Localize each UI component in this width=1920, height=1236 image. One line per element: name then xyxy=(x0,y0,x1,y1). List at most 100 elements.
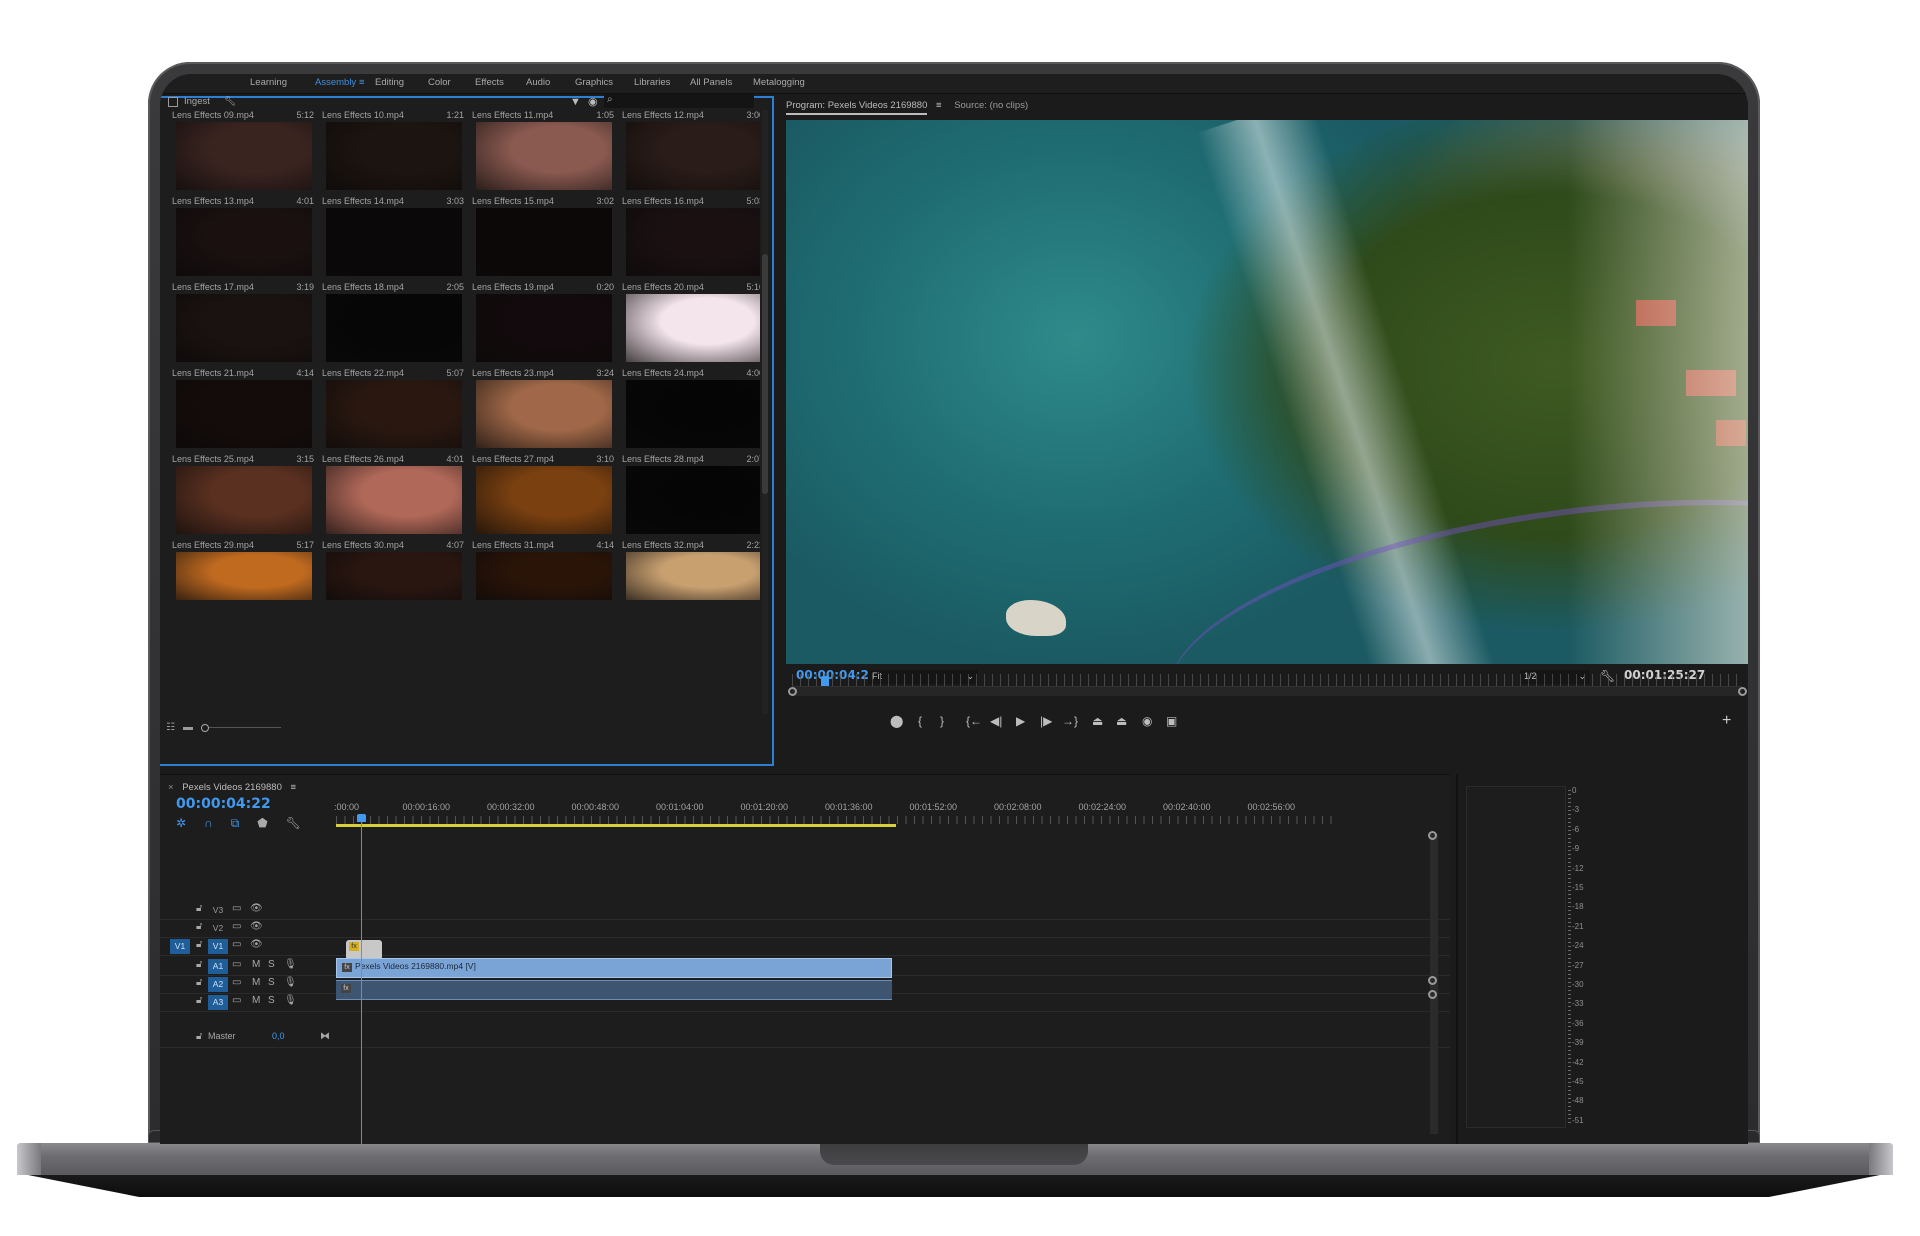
clip-thumbnail[interactable] xyxy=(476,380,612,448)
timeline-timecode[interactable]: 00:00:04:22 xyxy=(176,796,271,812)
list-view-icon[interactable]: ☷ xyxy=(166,722,175,733)
track-target-a1[interactable]: A1 xyxy=(208,959,228,974)
workspace-tab-metalogging[interactable]: Metalogging xyxy=(753,77,805,88)
clip-thumbnail[interactable] xyxy=(326,208,462,276)
clip-thumbnail[interactable] xyxy=(476,552,612,600)
add-button-icon[interactable]: + xyxy=(1722,712,1731,730)
scrub-end-handle[interactable] xyxy=(1738,687,1747,696)
workspace-tab-audio[interactable]: Audio xyxy=(526,77,550,88)
search-input[interactable]: ⌕ xyxy=(604,94,754,108)
clip-thumbnail[interactable] xyxy=(476,466,612,534)
workspace-tab-graphics[interactable]: Graphics xyxy=(575,77,613,88)
track-target-a3[interactable]: A3 xyxy=(208,995,228,1010)
panel-menu-icon[interactable]: ≡ xyxy=(291,782,297,793)
master-volume-value[interactable]: 0,0 xyxy=(272,1031,285,1041)
lock-icon[interactable]: 🔓︎ xyxy=(196,921,202,932)
track-target-a2[interactable]: A2 xyxy=(208,977,228,992)
clip-thumbnail[interactable] xyxy=(326,380,462,448)
scroll-handle-mid[interactable] xyxy=(1428,976,1437,985)
sync-lock-icon[interactable]: ▭ xyxy=(232,921,241,932)
voiceover-mic-icon[interactable]: 🎙︎ xyxy=(284,977,297,988)
lock-icon[interactable]: 🔓︎ xyxy=(196,959,202,970)
sync-lock-icon[interactable]: ▭ xyxy=(232,939,241,950)
add-marker-icon[interactable]: ⬟ xyxy=(257,816,267,831)
scrub-start-handle[interactable] xyxy=(788,687,797,696)
lock-icon[interactable]: 🔓︎ xyxy=(196,995,202,1006)
source-patch-v1[interactable]: V1 xyxy=(170,939,190,954)
panel-menu-icon[interactable]: ≡ xyxy=(936,100,942,111)
workspace-tab-color[interactable]: Color xyxy=(428,77,451,88)
icon-view-icon[interactable]: ▬ xyxy=(183,722,193,733)
linked-selection-icon[interactable]: ⧉ xyxy=(231,816,240,831)
sync-lock-icon[interactable]: ▭ xyxy=(232,903,241,914)
ingest-checkbox[interactable] xyxy=(168,96,178,107)
nest-toggle-icon[interactable]: ✲ xyxy=(176,816,186,831)
monitor-playhead[interactable] xyxy=(820,676,829,686)
lock-icon[interactable]: 🔓︎ xyxy=(196,1031,202,1042)
clip-thumbnail[interactable] xyxy=(626,122,760,190)
clip-thumbnail[interactable] xyxy=(176,466,312,534)
lock-icon[interactable]: 🔓︎ xyxy=(196,977,202,988)
track-target-v3[interactable]: V3 xyxy=(208,903,228,918)
solo-button[interactable]: S xyxy=(268,995,275,1006)
eye-icon[interactable]: 👁︎ xyxy=(250,921,263,932)
sync-lock-icon[interactable]: ▭ xyxy=(232,977,241,988)
solo-button[interactable]: S xyxy=(268,977,275,988)
filter-icon[interactable]: ▼ xyxy=(570,96,581,108)
eye-icon[interactable]: 👁︎ xyxy=(250,903,263,914)
monitor-scrub-bar[interactable] xyxy=(792,686,1742,696)
mark-out-button[interactable]: } xyxy=(940,714,944,728)
clip-thumbnail[interactable] xyxy=(176,552,312,600)
scroll-handle-top[interactable] xyxy=(1428,831,1437,840)
tab-program[interactable]: Program: Pexels Videos 2169880 xyxy=(786,100,928,115)
clip-thumbnail[interactable] xyxy=(626,466,760,534)
sync-lock-icon[interactable]: ▭ xyxy=(232,959,241,970)
go-to-out-button[interactable]: →} xyxy=(1062,714,1078,728)
workspace-tab-all-panels[interactable]: All Panels xyxy=(690,77,732,88)
mute-button[interactable]: M xyxy=(252,959,260,970)
program-video-frame[interactable] xyxy=(786,120,1748,664)
close-icon[interactable]: × xyxy=(168,782,174,793)
snap-magnet-icon[interactable]: ∩ xyxy=(204,816,213,831)
compare-view-button[interactable]: ▣ xyxy=(1166,714,1177,728)
timeline-settings-wrench-icon[interactable]: 🔧︎ xyxy=(286,816,301,831)
clip-thumbnail[interactable] xyxy=(326,294,462,362)
clip-thumbnail[interactable] xyxy=(176,380,312,448)
mute-button[interactable]: M xyxy=(252,995,260,1006)
video-clip-v1[interactable]: fx Pexels Videos 2169880.mp4 [V] xyxy=(336,958,892,978)
tab-source[interactable]: Source: (no clips) xyxy=(954,100,1028,111)
clip-thumbnail[interactable] xyxy=(476,122,612,190)
clip-thumbnail[interactable] xyxy=(326,122,462,190)
eye-icon[interactable]: 👁︎ xyxy=(250,939,263,950)
audio-clip-a1[interactable]: fx xyxy=(336,980,892,1000)
workspace-tab-learning[interactable]: Learning xyxy=(250,77,287,88)
go-to-in-button[interactable]: {← xyxy=(966,714,982,728)
clip-thumbnail[interactable] xyxy=(626,294,760,362)
workspace-tab-effects[interactable]: Effects xyxy=(475,77,504,88)
clip-thumbnail[interactable] xyxy=(626,380,760,448)
adjustment-clip-v2[interactable]: fx xyxy=(346,940,382,958)
lock-icon[interactable]: 🔓︎ xyxy=(196,903,202,914)
voiceover-mic-icon[interactable]: 🎙︎ xyxy=(284,995,297,1006)
workspace-tab-assembly[interactable]: Assembly xyxy=(315,77,356,88)
add-marker-button[interactable]: ⬤ xyxy=(890,714,903,728)
zoom-slider[interactable] xyxy=(200,723,281,732)
clip-thumbnail[interactable] xyxy=(326,466,462,534)
lift-button[interactable]: ⏏ xyxy=(1092,714,1103,728)
clip-thumbnail[interactable] xyxy=(176,122,312,190)
clip-thumbnail[interactable] xyxy=(476,208,612,276)
go-to-master-icon[interactable]: ⧓ xyxy=(320,1031,330,1042)
step-forward-button[interactable]: |▶ xyxy=(1040,714,1052,728)
clip-thumbnail[interactable] xyxy=(176,294,312,362)
export-frame-button[interactable]: ◉ xyxy=(1142,714,1152,728)
lock-icon[interactable]: 🔓︎ xyxy=(196,939,202,950)
eye-icon[interactable]: ◉ xyxy=(588,95,598,108)
sequence-tab[interactable]: × Pexels Videos 2169880 ≡ xyxy=(168,782,296,793)
timeline-ruler[interactable]: :00:00 00:00:16:00 00:00:32:00 00:00:48:00 0… xyxy=(334,802,1336,832)
timeline-playhead[interactable] xyxy=(360,816,362,1144)
clip-thumbnail[interactable] xyxy=(476,294,612,362)
extract-button[interactable]: ⏏ xyxy=(1116,714,1127,728)
voiceover-mic-icon[interactable]: 🎙︎ xyxy=(284,959,297,970)
timeline-playhead-handle[interactable] xyxy=(356,814,366,822)
mute-button[interactable]: M xyxy=(252,977,260,988)
